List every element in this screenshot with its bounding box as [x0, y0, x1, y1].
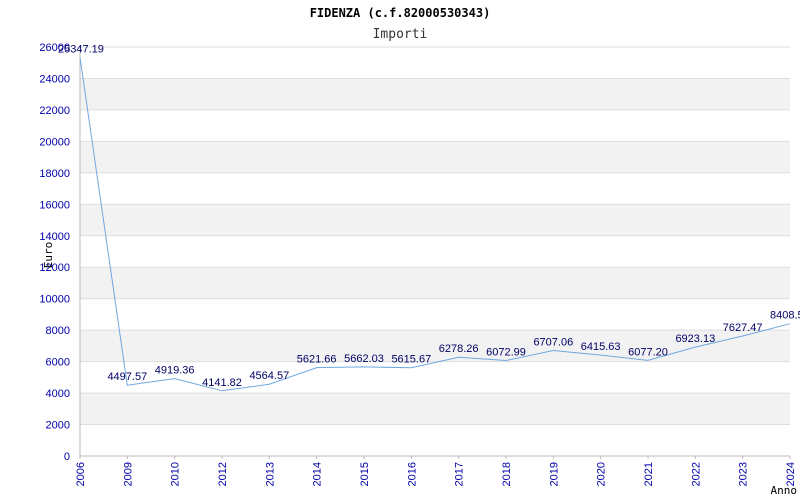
data-label: 5662.03	[344, 353, 384, 365]
y-tick-label: 0	[64, 451, 70, 463]
data-label: 4141.82	[202, 377, 242, 389]
y-tick-label: 20000	[39, 136, 70, 148]
y-tick-label: 6000	[46, 357, 70, 369]
x-tick-label: 2017	[454, 462, 466, 486]
data-label: 4497.57	[107, 371, 147, 383]
y-axis-label: Euro	[42, 242, 55, 269]
grid-band	[80, 204, 790, 236]
data-label: 8408.5	[770, 310, 800, 322]
data-label: 5621.66	[297, 354, 337, 366]
x-tick-label: 2015	[359, 462, 371, 486]
x-tick-label: 2024	[785, 462, 797, 486]
data-label: 7627.47	[723, 322, 763, 334]
grid-band	[80, 141, 790, 173]
data-label: 6415.63	[581, 341, 621, 353]
y-tick-label: 22000	[39, 105, 70, 117]
grid-band	[80, 393, 790, 425]
x-tick-label: 2018	[501, 462, 513, 486]
x-tick-label: 2014	[312, 462, 324, 486]
data-label: 4564.57	[249, 370, 289, 382]
data-label: 25347.19	[58, 43, 104, 55]
y-tick-label: 4000	[46, 388, 70, 400]
x-tick-label: 2020	[596, 462, 608, 486]
line-chart: 0200040006000800010000120001400016000180…	[39, 6, 800, 497]
y-tick-label: 18000	[39, 168, 70, 180]
x-axis-label: Anno	[771, 484, 798, 497]
x-tick-label: 2019	[548, 462, 560, 486]
x-tick-label: 2022	[690, 462, 702, 486]
x-tick-label: 2023	[738, 462, 750, 486]
x-tick-label: 2021	[643, 462, 655, 486]
x-tick-label: 2006	[75, 462, 87, 486]
x-tick-label: 2010	[170, 462, 182, 486]
grid-band	[80, 78, 790, 110]
data-label: 5615.67	[391, 354, 431, 366]
grid-band	[80, 267, 790, 299]
data-label: 6707.06	[533, 336, 573, 348]
chart-subtitle: Importi	[373, 27, 428, 42]
y-tick-label: 8000	[46, 325, 70, 337]
y-tick-label: 10000	[39, 294, 70, 306]
chart-title: FIDENZA (c.f.82000530343)	[310, 6, 491, 20]
data-label: 6072.99	[486, 346, 526, 358]
y-tick-label: 16000	[39, 199, 70, 211]
x-tick-labels: 2006 2009 2010 2012 2013 2014 2015 2016 2017 2018…	[75, 456, 797, 486]
data-label: 6923.13	[675, 333, 715, 345]
data-label: 4919.36	[155, 365, 195, 377]
x-tick-label: 2012	[217, 462, 229, 486]
y-tick-label: 2000	[46, 420, 70, 432]
data-label: 6278.26	[439, 343, 479, 355]
y-tick-label: 24000	[39, 73, 70, 85]
x-tick-label: 2013	[264, 462, 276, 486]
x-tick-label: 2009	[122, 462, 134, 486]
x-tick-label: 2016	[406, 462, 418, 486]
y-tick-label: 14000	[39, 231, 70, 243]
data-label: 6077.20	[628, 346, 668, 358]
